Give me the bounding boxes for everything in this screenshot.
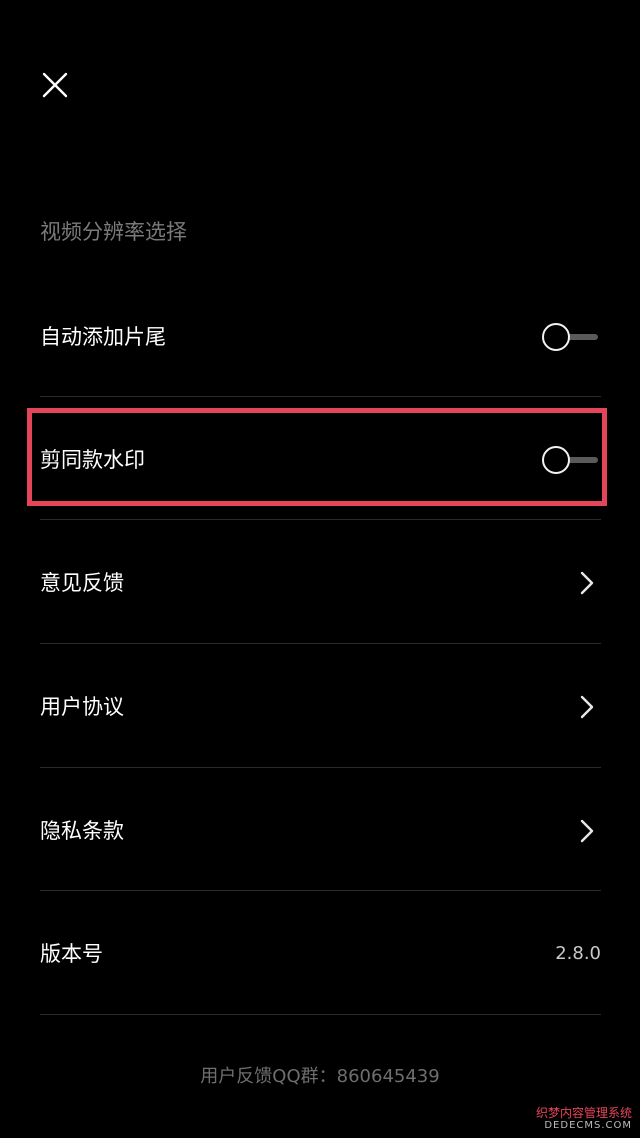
watermark-cn-text: 织梦内容管理系统 [535,1106,632,1120]
feedback-label: 意见反馈 [40,570,124,595]
version-row: 版本号 2.8.0 [40,892,601,1015]
user-agreement-row[interactable]: 用户协议 [40,645,601,768]
divider [40,767,601,768]
resolution-section-title[interactable]: 视频分辨率选择 [40,214,187,250]
version-label: 版本号 [40,941,103,966]
toggle-knob [542,322,570,351]
chevron-right-icon [580,819,594,842]
privacy-label: 隐私条款 [40,818,124,843]
auto-ending-toggle[interactable] [542,322,598,352]
chevron-right-icon [580,571,594,594]
close-button[interactable] [34,64,76,106]
watermark-row: 剪同款水印 [40,398,601,521]
privacy-row[interactable]: 隐私条款 [40,769,601,892]
version-value: 2.8.0 [555,943,601,964]
divider [40,1014,601,1015]
chevron-right-icon [580,695,594,718]
user-agreement-label: 用户协议 [40,694,124,719]
watermark-toggle[interactable] [542,445,598,475]
toggle-knob [542,445,570,474]
divider [40,643,601,644]
divider [40,890,601,891]
feedback-row[interactable]: 意见反馈 [40,521,601,644]
divider [40,519,601,520]
auto-ending-row: 自动添加片尾 [40,275,601,398]
site-watermark: 织梦内容管理系统 DEDECMS.COM [524,1106,632,1132]
watermark-en-text: DEDECMS.COM [544,1120,632,1131]
close-icon [42,72,68,98]
watermark-label: 剪同款水印 [40,447,145,472]
auto-ending-label: 自动添加片尾 [40,324,166,349]
feedback-group-text: 用户反馈QQ群：860645439 [200,1066,440,1087]
divider [40,396,601,397]
